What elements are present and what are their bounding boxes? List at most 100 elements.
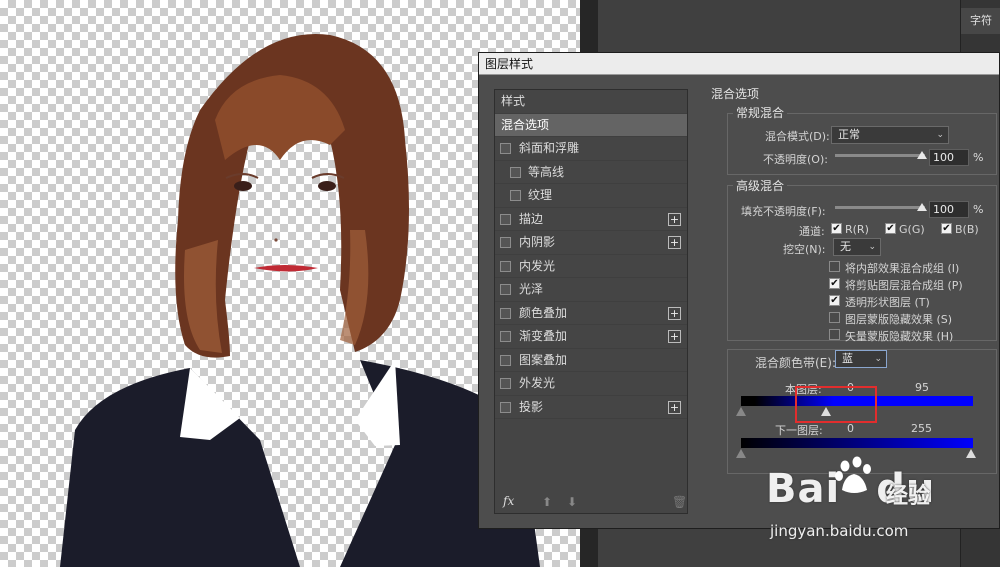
move-down-icon[interactable]: ⬇ [567,495,577,509]
blend-options-title: 混合选项 [711,87,760,101]
underlying-black-slider[interactable] [736,449,746,458]
style-item[interactable]: 斜面和浮雕 [495,137,687,161]
style-item[interactable]: 渐变叠加 + [495,325,687,349]
style-item-label: 斜面和浮雕 [519,141,580,155]
style-item[interactable]: 颜色叠加 + [495,302,687,325]
blend-if-select[interactable]: 蓝 ⌄ [835,350,887,368]
style-item[interactable]: 描边 + [495,208,687,231]
style-item-label: 外发光 [519,376,556,390]
channel-b-checkbox[interactable]: ✔ [941,223,952,234]
advanced-option-label: 将内部效果混合成组 (I) [845,262,960,275]
advanced-option-checkbox[interactable]: ✔ [829,312,840,323]
advanced-blending-title: 高级混合 [733,177,788,194]
style-item[interactable]: 内阴影 + [495,231,687,255]
fill-opacity-slider[interactable] [835,206,925,209]
style-item-label: 内阴影 [519,235,556,249]
opacity-unit: % [973,151,984,164]
fx-button[interactable]: fx [503,494,514,508]
style-item-blending-options[interactable]: 混合选项 [495,113,687,137]
blend-mode-label: 混合模式(D): [765,130,830,143]
style-item-checkbox[interactable] [500,401,511,413]
opacity-slider-thumb[interactable] [917,151,927,159]
style-item[interactable]: 纹理 [495,184,687,208]
add-effect-icon[interactable]: + [668,236,681,249]
blend-if-value: 蓝 [842,352,853,365]
fill-opacity-unit: % [973,203,984,216]
this-layer-high-value: 95 [915,381,929,394]
style-list-footer: fx ⬆ ⬇ 🗑 [494,494,688,514]
style-item-label: 颜色叠加 [519,305,568,320]
style-item-checkbox[interactable] [500,237,511,248]
style-item[interactable]: 等高线 [495,161,687,184]
channel-g-checkbox[interactable]: ✔ [885,223,896,234]
style-item-label: 投影 [519,399,544,414]
chevron-down-icon: ⌄ [936,130,944,140]
opacity-slider[interactable] [835,154,925,157]
underlying-layer-label: 下一图层: [775,424,823,437]
add-effect-icon[interactable]: + [668,400,681,414]
style-item-checkbox[interactable] [500,213,511,225]
style-item-label: 光泽 [519,282,544,296]
blend-mode-select[interactable]: 正常 ⌄ [831,126,949,144]
style-item-checkbox[interactable] [510,190,521,201]
style-item-checkbox[interactable] [500,284,511,295]
underlying-white-slider[interactable] [966,449,976,458]
add-effect-icon[interactable]: + [668,330,681,343]
style-item-label: 等高线 [528,164,565,179]
advanced-option-checkbox[interactable]: ✔ [829,261,840,272]
baidu-watermark: Bai du 经验 jingyan.baidu.com [762,456,962,566]
highlight-annotation [795,386,877,423]
move-up-icon[interactable]: ⬆ [542,495,552,509]
knockout-value: 无 [840,240,851,253]
baidu-brand-text: 经验 [886,484,931,509]
add-effect-icon[interactable]: + [668,212,681,226]
style-item-checkbox[interactable] [500,143,511,154]
knockout-select[interactable]: 无 ⌄ [833,238,881,256]
tab-character[interactable]: 字符 [961,8,1000,34]
channel-r-label: R(R) [845,223,869,236]
advanced-option-label: 透明形状图层 (T) [845,296,930,309]
style-list: 样式 混合选项 斜面和浮雕等高线纹理描边 + 内阴影 + 内发光光泽颜色叠加 + 渐变叠加 +… [494,89,688,514]
trash-icon[interactable]: 🗑 [672,495,687,509]
style-item[interactable]: 图案叠加 [495,349,687,372]
channels-label: 通道: [799,225,825,238]
channel-r-checkbox[interactable]: ✔ [831,223,842,234]
advanced-option-checkbox[interactable]: ✔ [829,329,840,340]
underlying-low-value: 0 [847,422,854,435]
general-blending-title: 常规混合 [733,104,788,121]
style-item-label: 渐变叠加 [519,329,568,343]
jacket-left [60,368,300,567]
style-item-label: 图案叠加 [519,352,568,367]
style-list-header[interactable]: 样式 [495,90,687,114]
opacity-label: 不透明度(O): [763,153,828,166]
opacity-input[interactable]: 100 [929,149,969,166]
this-layer-black-slider[interactable] [736,407,746,416]
style-item-label: 描边 [519,211,544,226]
fill-opacity-slider-thumb[interactable] [917,203,927,211]
style-item[interactable]: 内发光 [495,255,687,278]
style-item-checkbox[interactable] [500,378,511,389]
fill-opacity-label: 填充不透明度(F): [741,205,826,218]
channel-g-label: G(G) [899,223,925,236]
dialog-title: 图层样式 [479,53,999,75]
baidu-url-text: jingyan.baidu.com [770,522,909,540]
style-item-checkbox[interactable] [500,307,511,319]
style-item[interactable]: 光泽 [495,278,687,302]
fill-opacity-input[interactable]: 100 [929,201,969,218]
style-item-checkbox[interactable] [500,331,511,342]
baidu-logo-text: Bai [766,466,841,512]
advanced-option-label: 将剪贴图层混合成组 (P) [845,279,963,292]
style-item[interactable]: 外发光 [495,372,687,396]
style-item-checkbox[interactable] [510,166,521,178]
underlying-gradient [741,438,973,448]
advanced-option-label: 图层蒙版隐藏效果 (S) [845,313,953,326]
style-item-checkbox[interactable] [500,354,511,366]
blend-if-label: 混合颜色带(E): [755,356,836,370]
advanced-option-checkbox[interactable]: ✔ [829,295,840,306]
add-effect-icon[interactable]: + [668,306,681,320]
style-item-label: 纹理 [528,188,553,202]
paw-icon [835,456,871,493]
style-item-checkbox[interactable] [500,260,511,272]
advanced-option-checkbox[interactable]: ✔ [829,278,840,289]
style-item[interactable]: 投影 + [495,396,687,419]
